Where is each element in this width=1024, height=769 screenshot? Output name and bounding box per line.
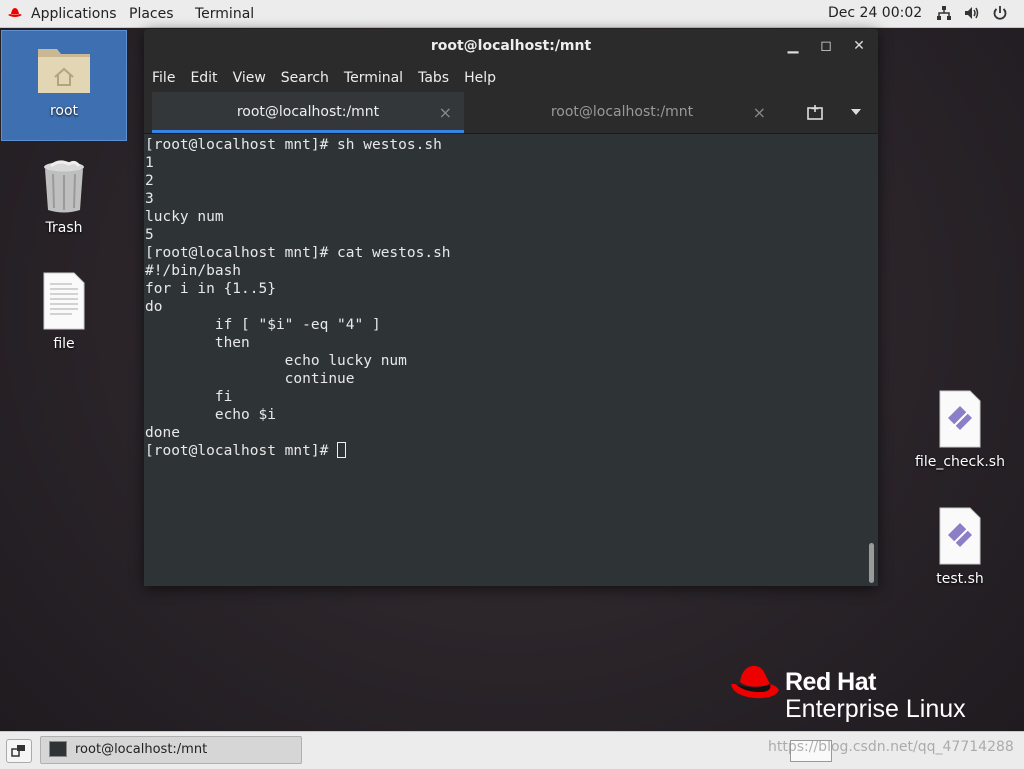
terminal-icon — [49, 741, 67, 757]
terminal-window[interactable]: root@localhost:/mnt ▁ ◻ ✕ File Edit View… — [144, 29, 878, 586]
tab-bar: root@localhost:/mnt × root@localhost:/mn… — [144, 92, 878, 134]
trash-icon — [44, 160, 84, 213]
menu-terminal[interactable]: Terminal — [344, 70, 403, 86]
taskbar-item-label: root@localhost:/mnt — [75, 742, 208, 757]
menu-edit[interactable]: Edit — [190, 70, 217, 86]
applications-menu[interactable]: Applications — [31, 0, 117, 27]
clock[interactable]: Dec 24 00:02 — [828, 0, 922, 27]
tab-active[interactable]: root@localhost:/mnt × — [152, 92, 464, 133]
volume-icon[interactable] — [964, 5, 980, 21]
scrollbar-thumb[interactable] — [869, 543, 874, 583]
places-menu[interactable]: Places — [129, 0, 174, 27]
redhat-icon — [8, 8, 22, 17]
desktop-icon-label: root — [49, 103, 79, 119]
tab-label: root@localhost:/mnt — [236, 104, 380, 120]
desktop-icon-label: file_check.sh — [915, 454, 1005, 470]
logo-text-line2: Enterprise Linux — [785, 695, 966, 723]
desktop-icon-file[interactable]: file — [14, 272, 114, 352]
terminal-cursor — [337, 442, 347, 458]
terminal-app-menu[interactable]: Terminal — [195, 0, 254, 27]
desktop-icon-test[interactable]: test.sh — [905, 507, 1015, 587]
logo-text-line1: Red Hat — [785, 668, 876, 696]
redhat-hat-icon — [731, 665, 779, 699]
terminal-scrollbar[interactable] — [866, 134, 878, 586]
show-desktop-button[interactable] — [6, 739, 32, 763]
top-bar: Applications Places Terminal Dec 24 00:0… — [0, 0, 1024, 28]
menu-bar: File Edit View Search Terminal Tabs Help — [144, 63, 878, 92]
menu-file[interactable]: File — [152, 70, 175, 86]
desktop-icon-trash[interactable]: Trash — [14, 160, 114, 236]
desktop-icon-label: file — [53, 336, 75, 352]
network-icon[interactable] — [936, 5, 952, 21]
tabs-dropdown-icon[interactable] — [851, 109, 861, 115]
text-file-icon — [43, 272, 85, 330]
terminal-text: [root@localhost mnt]# sh westos.sh 1 2 3… — [145, 137, 451, 459]
script-file-icon — [939, 507, 981, 565]
window-title: root@localhost:/mnt — [430, 38, 592, 54]
script-file-icon — [939, 390, 981, 448]
desktop-icon-label: Trash — [45, 220, 83, 236]
power-icon[interactable] — [992, 5, 1008, 21]
close-button[interactable]: ✕ — [844, 29, 874, 63]
menu-tabs[interactable]: Tabs — [418, 70, 449, 86]
minimize-button[interactable]: ▁ — [778, 29, 808, 63]
system-tray[interactable] — [936, 5, 1008, 21]
show-desktop-icon — [11, 745, 25, 757]
window-titlebar[interactable]: root@localhost:/mnt ▁ ◻ ✕ — [144, 29, 878, 63]
home-folder-icon — [38, 49, 90, 93]
desktop-icon-label: test.sh — [936, 571, 984, 587]
desktop-icon-root[interactable]: root — [1, 30, 127, 141]
menu-help[interactable]: Help — [464, 70, 496, 86]
tab-inactive[interactable]: root@localhost:/mnt × — [466, 92, 778, 133]
menu-view[interactable]: View — [233, 70, 266, 86]
desktop-icon-file-check[interactable]: file_check.sh — [905, 390, 1015, 470]
tab-close-button[interactable]: × — [753, 92, 766, 133]
watermark: https://blog.csdn.net/qq_47714288 — [768, 739, 1014, 755]
menu-search[interactable]: Search — [281, 70, 329, 86]
taskbar-item-terminal[interactable]: root@localhost:/mnt — [40, 736, 302, 764]
tab-close-button[interactable]: × — [439, 92, 452, 133]
terminal-output[interactable]: [root@localhost mnt]# sh westos.sh 1 2 3… — [144, 134, 866, 586]
new-tab-icon[interactable] — [806, 104, 824, 122]
maximize-button[interactable]: ◻ — [811, 29, 841, 63]
tab-label: root@localhost:/mnt — [550, 104, 694, 120]
